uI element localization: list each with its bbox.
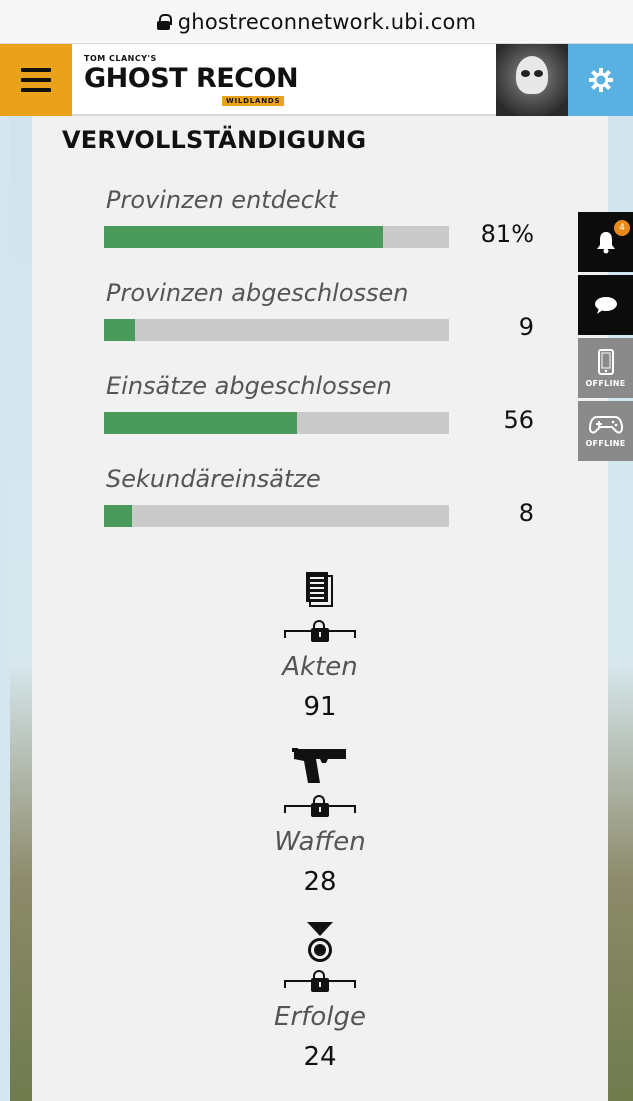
completion-panel: VERVOLLSTÄNDIGUNG Provinzen entdeckt 81%… (32, 116, 608, 1101)
stat-value: 8 (518, 499, 534, 527)
unlocked-padlock-icon (310, 795, 330, 817)
stat-label: Sekundäreinsätze (106, 465, 321, 493)
menu-line-icon (21, 78, 51, 82)
notifications-button[interactable]: 4 (578, 212, 633, 272)
stat-provinces-discovered: Provinzen entdeckt 81% (104, 186, 534, 266)
progress-fill (104, 505, 132, 527)
lock-icon (156, 13, 172, 30)
unlocked-padlock-icon (310, 620, 330, 642)
url-text: ghostreconnetwork.ubi.com (177, 9, 477, 34)
avatar[interactable] (496, 44, 568, 116)
collectible-achievements: Erfolge 24 (32, 922, 608, 1074)
menu-line-icon (21, 88, 51, 92)
progress-bar (104, 319, 449, 341)
smartphone-icon (597, 348, 614, 375)
gear-icon (588, 68, 613, 92)
collectible-name: Erfolge (274, 1002, 366, 1032)
stat-provinces-completed: Provinzen abgeschlossen 9 (104, 279, 534, 359)
progress-bar (104, 505, 449, 527)
logo-subtitle: WILDLANDS (222, 96, 285, 106)
site-header: TOM CLANCY'S GHOST RECON WILDLANDS (0, 44, 633, 116)
logo-small-text: TOM CLANCY'S (84, 54, 157, 63)
background-edge (0, 116, 10, 1101)
stat-label: Einsätze abgeschlossen (106, 372, 392, 400)
skull-eye (521, 70, 530, 77)
offline-label: OFFLINE (585, 378, 626, 388)
progress-fill (104, 226, 384, 248)
collectible-name: Akten (282, 652, 358, 682)
stat-side-missions: Sekundäreinsätze 8 (104, 465, 534, 545)
stat-label: Provinzen entdeckt (106, 186, 338, 214)
mobile-app-status[interactable]: OFFLINE (578, 338, 633, 398)
ghost-recon-logo[interactable]: TOM CLANCY'S GHOST RECON WILDLANDS (84, 54, 314, 110)
collectible-count: 28 (303, 867, 337, 897)
collectible-weapons: Waffen 28 (32, 747, 608, 899)
stat-value: 81% (480, 220, 534, 248)
settings-button[interactable] (568, 44, 633, 116)
progress-fill (104, 319, 136, 341)
collectible-count: 91 (303, 692, 337, 722)
collectible-count: 24 (303, 1042, 337, 1072)
collectible-name: Waffen (274, 827, 366, 857)
bell-icon (596, 232, 615, 254)
pistol-icon (292, 748, 346, 783)
gamepad-icon (588, 415, 623, 433)
section-title: VERVOLLSTÄNDIGUNG (62, 126, 367, 154)
progress-fill (104, 412, 298, 434)
stat-value: 9 (518, 313, 534, 341)
address-bar[interactable]: ghostreconnetwork.ubi.com (0, 0, 633, 44)
notification-badge: 4 (614, 220, 630, 236)
chat-button[interactable] (578, 275, 633, 335)
collectible-files: Akten 91 (32, 572, 608, 724)
unlocked-padlock-icon (310, 970, 330, 992)
offline-label: OFFLINE (585, 438, 626, 448)
logo-title: GHOST RECON (84, 63, 299, 94)
progress-bar (104, 412, 449, 434)
documents-icon (306, 572, 333, 607)
console-status[interactable]: OFFLINE (578, 401, 633, 461)
hamburger-menu-button[interactable] (0, 44, 72, 116)
stat-missions-completed: Einsätze abgeschlossen 56 (104, 372, 534, 452)
stat-label: Provinzen abgeschlossen (106, 279, 409, 307)
progress-bar (104, 226, 449, 248)
menu-line-icon (21, 68, 51, 72)
medal-icon (307, 922, 333, 962)
stat-value: 56 (503, 406, 534, 434)
skull-eye (534, 70, 543, 77)
chat-bubble-icon (594, 297, 617, 314)
